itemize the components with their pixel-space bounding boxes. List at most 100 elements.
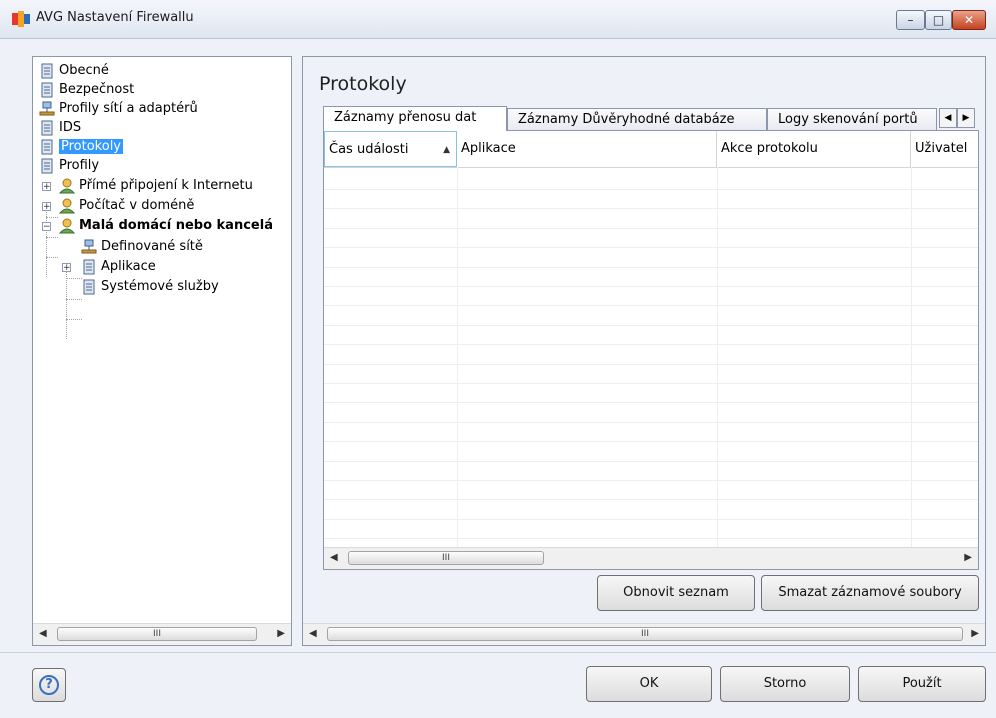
cancel-button[interactable]: Storno	[720, 666, 850, 702]
scroll-right-icon[interactable]: ▶	[971, 628, 979, 639]
column-header-label: Čas události	[329, 142, 409, 157]
column-header-aplikace[interactable]: Aplikace	[457, 131, 717, 167]
tree-connector	[66, 278, 82, 279]
column-header-uzivatel[interactable]: Uživatel	[911, 131, 978, 167]
user-icon	[59, 218, 75, 234]
tree-item-ids[interactable]: IDS	[39, 118, 81, 138]
document-icon	[41, 120, 53, 136]
tree-connector	[46, 217, 58, 218]
navigation-tree: Obecné Bezpečnost Profily sítí a adaptér…	[33, 57, 291, 623]
scrollbar-thumb[interactable]: III	[348, 551, 544, 565]
tree-item-label: Malá domácí nebo kancelá	[79, 218, 273, 233]
table-row	[324, 286, 978, 287]
scroll-right-icon[interactable]: ▶	[964, 552, 972, 563]
expand-button[interactable]: +	[42, 182, 51, 192]
tab-logy-skenovani-portu[interactable]: Logy skenování portů	[767, 108, 937, 130]
document-icon	[41, 63, 53, 79]
table-row	[324, 460, 978, 462]
tree-item-label-selected: Protokoly	[59, 139, 123, 154]
grid-column-line	[457, 167, 458, 547]
document-icon	[83, 279, 95, 295]
table-row	[324, 499, 978, 501]
refresh-list-button[interactable]: Obnovit seznam	[597, 575, 755, 611]
panel-horizontal-scrollbar[interactable]: ◀ III ▶	[303, 623, 985, 645]
maximize-icon: □	[932, 13, 945, 27]
table-row	[324, 344, 978, 346]
minimize-button[interactable]: –	[896, 10, 925, 30]
table-row	[324, 266, 978, 268]
table-row	[324, 538, 978, 540]
table-row	[324, 402, 978, 404]
tree-item-definovane-site[interactable]: Definované sítě	[81, 237, 203, 257]
tree-connector	[66, 319, 82, 320]
scroll-left-icon[interactable]: ◀	[39, 628, 47, 639]
tree-connector	[46, 257, 58, 258]
table-row	[324, 305, 978, 307]
minimize-icon: –	[907, 13, 914, 27]
close-icon: ✕	[963, 13, 975, 27]
column-header-cas-udalosti[interactable]: Čas události ▲	[324, 131, 457, 167]
tree-item-bezpecnost[interactable]: Bezpečnost	[39, 80, 134, 100]
collapse-button[interactable]: −	[42, 222, 51, 232]
scrollbar-thumb[interactable]: III	[327, 627, 963, 641]
scroll-left-icon[interactable]: ◀	[330, 552, 338, 563]
title-bar[interactable]: AVG Nastavení Firewallu – □ ✕	[0, 0, 996, 39]
maximize-button[interactable]: □	[925, 10, 952, 30]
tab-strip: Záznamy přenosu dat Záznamy Důvěryhodné …	[323, 106, 979, 131]
delete-log-files-button[interactable]: Smazat záznamové soubory	[761, 575, 979, 611]
tab-scroll-right-icon[interactable]: ▶	[957, 108, 975, 128]
user-icon	[59, 178, 75, 194]
column-header-akce-protokolu[interactable]: Akce protokolu	[717, 131, 911, 167]
scrollbar-thumb[interactable]: III	[57, 627, 257, 641]
tree-item-label: Přímé připojení k Internetu	[79, 178, 253, 193]
tree-item-mala-domaci[interactable]: Malá domácí nebo kancelá	[59, 216, 273, 236]
tree-item-label: Bezpečnost	[59, 82, 135, 97]
document-icon	[83, 259, 95, 275]
tab-zaznamy-duveryhodne-databaze[interactable]: Záznamy Důvěryhodné databáze	[507, 108, 767, 130]
page-title: Protokoly	[319, 73, 407, 95]
tree-horizontal-scrollbar[interactable]: ◀ III ▶	[33, 623, 291, 645]
tree-item-label: Definované sítě	[101, 239, 203, 254]
tree-item-systemove-sluzby[interactable]: Systémové služby	[81, 277, 219, 297]
table-row	[324, 324, 978, 326]
log-table: Čas události ▲ Aplikace Akce protokolu U…	[323, 130, 979, 570]
close-button[interactable]: ✕	[952, 10, 986, 30]
tree-item-prime-pripojeni[interactable]: Přímé připojení k Internetu	[59, 176, 253, 196]
scroll-left-icon[interactable]: ◀	[309, 628, 317, 639]
tree-item-label: Počítač v doméně	[79, 198, 195, 213]
scroll-right-icon[interactable]: ▶	[277, 628, 285, 639]
tree-item-profily[interactable]: Profily	[39, 156, 99, 176]
table-row	[324, 383, 978, 384]
help-button[interactable]: ?	[32, 668, 66, 702]
tree-item-label: Obecné	[59, 63, 109, 78]
tree-item-aplikace[interactable]: Aplikace	[81, 257, 156, 277]
tree-item-protokoly[interactable]: Protokoly	[39, 137, 123, 157]
tree-item-label: Systémové služby	[101, 279, 219, 294]
help-icon: ?	[39, 675, 59, 695]
expand-button[interactable]: +	[62, 263, 71, 273]
tree-item-obecne[interactable]: Obecné	[39, 61, 109, 81]
content-panel: Protokoly Záznamy přenosu dat Záznamy Dů…	[302, 56, 986, 646]
apply-button[interactable]: Použít	[858, 666, 986, 702]
ok-button[interactable]: OK	[586, 666, 712, 702]
expand-button[interactable]: +	[42, 202, 51, 212]
table-row	[324, 227, 978, 229]
grid-column-line	[911, 167, 912, 547]
sort-ascending-icon: ▲	[443, 145, 450, 155]
user-icon	[59, 198, 75, 214]
tab-scroll-left-icon[interactable]: ◀	[939, 108, 957, 128]
tab-zaznamy-prenosu-dat[interactable]: Záznamy přenosu dat	[323, 106, 507, 131]
table-row	[324, 421, 978, 423]
tree-item-label: Profily	[59, 158, 100, 173]
tree-item-pocitac-v-domene[interactable]: Počítač v doméně	[59, 196, 194, 216]
table-horizontal-scrollbar[interactable]: ◀ III ▶	[324, 547, 978, 569]
document-icon	[41, 139, 53, 155]
grid-column-line	[717, 167, 718, 547]
table-row	[324, 189, 978, 190]
tree-item-profily-siti[interactable]: Profily sítí a adaptérů	[39, 99, 198, 119]
table-row	[324, 441, 978, 443]
tree-item-label: Aplikace	[101, 259, 156, 274]
table-row	[324, 480, 978, 481]
document-icon	[41, 82, 53, 98]
table-row	[324, 208, 978, 210]
